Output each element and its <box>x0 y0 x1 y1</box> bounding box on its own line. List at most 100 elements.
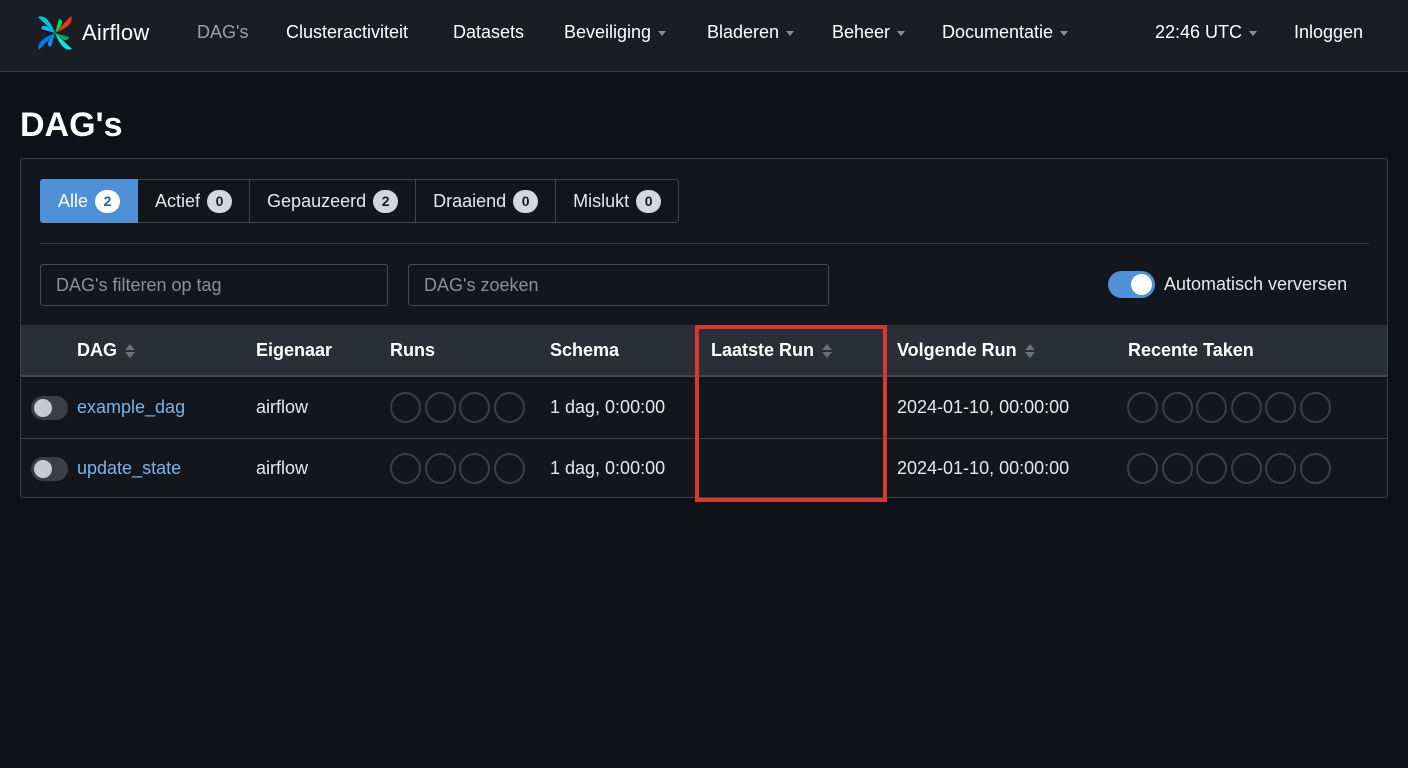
table-row: example_dag airflow 1 dag, 0:00:00 2024-… <box>21 378 1387 439</box>
recent-tasks-circles <box>1127 453 1334 484</box>
chevron-down-icon <box>1060 31 1069 36</box>
col-runs: Runs <box>390 340 435 360</box>
tag-filter-input[interactable] <box>40 264 388 306</box>
task-status-circle[interactable] <box>1299 392 1331 423</box>
count-badge: 2 <box>373 189 399 213</box>
sort-icon <box>125 343 135 358</box>
nav-browse[interactable]: Bladeren <box>707 22 795 43</box>
status-filter-tabs: Alle 2 Actief 0 Gepauzeerd 2 Draaiend 0 … <box>40 179 680 223</box>
chevron-down-icon <box>1249 31 1258 36</box>
auto-refresh-label: Automatisch verversen <box>1164 274 1348 294</box>
nav-time-label: 22:46 UTC <box>1155 22 1243 42</box>
nav-docs-label: Documentatie <box>942 22 1054 42</box>
divider <box>40 243 1369 244</box>
dag-next-run: 2024-01-10, 00:00:00 <box>897 397 1070 417</box>
run-status-circle[interactable] <box>493 392 525 423</box>
nav-datasets[interactable]: Datasets <box>453 22 524 43</box>
nav-browse-label: Bladeren <box>707 22 780 42</box>
run-status-circle[interactable] <box>390 392 421 423</box>
task-status-circle[interactable] <box>1230 392 1262 423</box>
task-status-circle[interactable] <box>1161 392 1193 423</box>
col-last-run-label: Laatste Run <box>711 340 815 360</box>
switch-knob <box>34 399 52 417</box>
nav-cluster-activity[interactable]: Clusteractiviteit <box>286 22 408 43</box>
dag-owner: airflow <box>256 458 309 478</box>
count-badge: 0 <box>636 189 662 213</box>
chevron-down-icon <box>786 31 795 36</box>
count-badge: 2 <box>95 189 121 213</box>
sort-icon <box>822 343 833 358</box>
auto-refresh-toggle[interactable]: Automatisch verversen <box>1108 271 1347 298</box>
col-next-run-label: Volgende Run <box>897 340 1017 360</box>
dag-link[interactable]: update_state <box>77 458 181 479</box>
tab-running[interactable]: Draaiend 0 <box>416 179 557 223</box>
nav-security[interactable]: Beveiliging <box>564 22 667 43</box>
run-status-circle[interactable] <box>424 453 456 484</box>
task-status-circle[interactable] <box>1265 392 1296 423</box>
pause-toggle[interactable] <box>31 457 68 481</box>
nav-admin-label: Beheer <box>832 22 891 42</box>
task-status-circle[interactable] <box>1196 453 1227 484</box>
nav-login[interactable]: Inloggen <box>1294 22 1363 43</box>
tab-active[interactable]: Actief 0 <box>138 179 251 223</box>
run-status-circle[interactable] <box>424 392 456 423</box>
run-status-circle[interactable] <box>493 453 525 484</box>
pause-toggle[interactable] <box>31 396 68 420</box>
nav-time[interactable]: 22:46 UTC <box>1155 22 1258 43</box>
top-navbar: Airflow DAG's Clusteractiviteit Datasets… <box>0 0 1408 72</box>
nav-security-label: Beveiliging <box>564 22 652 42</box>
col-dag-label: DAG <box>77 340 117 360</box>
table-header: DAG Eigenaar Runs Schema Laatste Run Vol… <box>21 325 1387 377</box>
tab-failed[interactable]: Mislukt 0 <box>556 179 680 223</box>
chevron-down-icon <box>897 31 906 36</box>
recent-tasks-circles <box>1127 392 1334 423</box>
col-schedule: Schema <box>550 340 620 360</box>
task-status-circle[interactable] <box>1299 453 1331 484</box>
col-last-run[interactable]: Laatste Run <box>711 340 833 361</box>
col-dag[interactable]: DAG <box>77 340 135 361</box>
dag-owner: airflow <box>256 397 309 417</box>
tab-label: Gepauzeerd <box>267 190 367 211</box>
col-next-run[interactable]: Volgende Run <box>897 340 1035 361</box>
switch-knob <box>34 460 52 478</box>
col-owner: Eigenaar <box>256 340 333 360</box>
brand-name: Airflow <box>82 20 150 45</box>
tab-label: Draaiend <box>433 190 507 211</box>
tab-label: Mislukt <box>573 190 630 211</box>
run-status-circle[interactable] <box>459 453 490 484</box>
runs-status-circles <box>390 453 528 484</box>
dag-search-input[interactable] <box>408 264 829 306</box>
switch-knob <box>1131 274 1152 295</box>
auto-refresh-switch[interactable] <box>1108 271 1155 298</box>
sort-icon <box>1024 343 1035 358</box>
count-badge: 0 <box>207 189 233 213</box>
nav-admin[interactable]: Beheer <box>832 22 906 43</box>
tab-paused[interactable]: Gepauzeerd 2 <box>250 179 417 223</box>
col-recent-tasks: Recente Taken <box>1128 340 1254 360</box>
table-row: update_state airflow 1 dag, 0:00:00 2024… <box>21 439 1387 500</box>
run-status-circle[interactable] <box>459 392 490 423</box>
dag-link[interactable]: example_dag <box>77 397 185 418</box>
airflow-pinwheel-icon <box>38 16 72 50</box>
task-status-circle[interactable] <box>1127 453 1158 484</box>
tab-label: Actief <box>155 190 201 211</box>
brand[interactable]: Airflow <box>33 11 149 55</box>
run-status-circle[interactable] <box>390 453 421 484</box>
dag-schedule: 1 dag, 0:00:00 <box>550 458 666 478</box>
tab-label: Alle <box>58 190 89 211</box>
nav-docs[interactable]: Documentatie <box>942 22 1069 43</box>
nav-dags[interactable]: DAG's <box>197 22 248 43</box>
count-badge: 0 <box>513 189 539 213</box>
runs-status-circles <box>390 392 528 423</box>
page-title: DAG's <box>20 106 123 144</box>
task-status-circle[interactable] <box>1196 392 1227 423</box>
task-status-circle[interactable] <box>1127 392 1158 423</box>
chevron-down-icon <box>658 31 667 36</box>
dags-panel: Alle 2 Actief 0 Gepauzeerd 2 Draaiend 0 … <box>20 158 1388 498</box>
task-status-circle[interactable] <box>1265 453 1296 484</box>
dag-next-run: 2024-01-10, 00:00:00 <box>897 458 1070 478</box>
task-status-circle[interactable] <box>1230 453 1262 484</box>
task-status-circle[interactable] <box>1161 453 1193 484</box>
dag-schedule: 1 dag, 0:00:00 <box>550 397 666 417</box>
tab-all[interactable]: Alle 2 <box>40 179 139 223</box>
